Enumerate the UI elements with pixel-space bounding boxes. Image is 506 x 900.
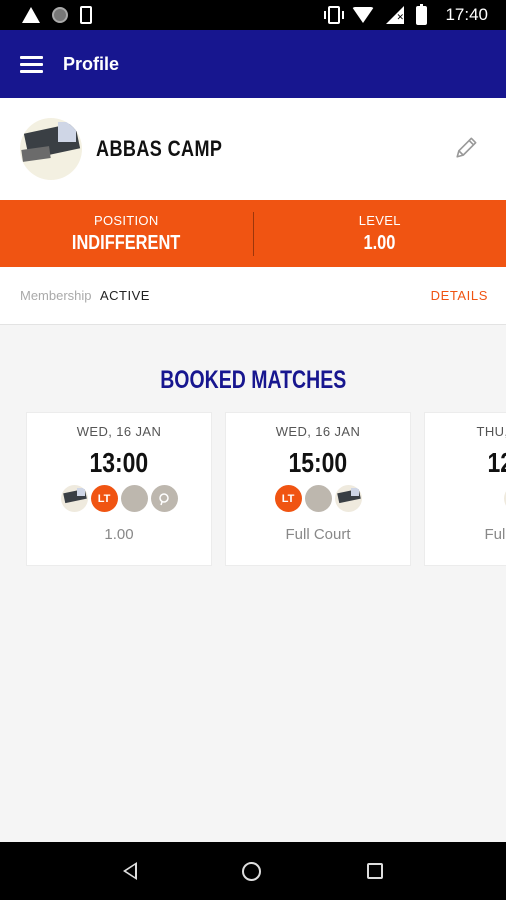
back-icon[interactable]	[122, 862, 137, 880]
status-bar: ✕ 17:40	[0, 0, 506, 30]
position-label: POSITION	[93, 212, 159, 228]
match-card[interactable]: THU, 17 JAN 12:00 Full Court	[424, 412, 506, 566]
match-players: LT	[27, 485, 211, 512]
match-card[interactable]: WED, 16 JAN 15:00 LT Full Court	[225, 412, 411, 566]
status-left	[22, 6, 92, 24]
signal-icon: ✕	[386, 6, 405, 24]
booked-matches-title: BOOKED MATCHES	[0, 366, 506, 395]
match-subtitle: Full Court	[484, 526, 506, 543]
device-icon	[80, 6, 92, 24]
position-stat: POSITION INDIFFERENT	[0, 213, 253, 255]
booked-matches-title-text: BOOKED MATCHES	[160, 366, 346, 394]
status-time: 17:40	[445, 5, 488, 24]
position-value: INDIFFERENT	[72, 231, 181, 254]
match-cards: WED, 16 JAN 13:00 LT 1.00 WED, 16 JAN 15…	[26, 412, 506, 566]
search-icon	[150, 485, 178, 512]
player-avatar	[334, 485, 362, 512]
membership-label: Membership	[20, 287, 92, 303]
match-players: LT	[226, 485, 410, 512]
level-label: LEVEL	[358, 212, 401, 228]
home-icon[interactable]	[242, 861, 262, 881]
recents-icon[interactable]	[367, 863, 384, 879]
membership-info: Membership ACTIVE	[20, 287, 150, 305]
matches-carousel[interactable]: WED, 16 JAN 13:00 LT 1.00 WED, 16 JAN 15…	[0, 412, 506, 572]
details-link[interactable]: DETAILS	[431, 288, 488, 303]
match-date: THU, 17 JAN	[476, 424, 506, 439]
player-initials: LT	[90, 485, 118, 512]
vibrate-icon	[324, 6, 345, 24]
edit-profile-button[interactable]	[454, 134, 480, 160]
system-nav-bar	[0, 842, 506, 900]
status-right: ✕ 17:40	[324, 3, 488, 25]
membership-row: Membership ACTIVE DETAILS	[0, 267, 506, 325]
avatar[interactable]	[20, 118, 82, 180]
player-avatar	[60, 485, 88, 512]
match-time: 12:00	[487, 447, 506, 478]
wifi-icon	[352, 7, 375, 23]
match-players	[425, 485, 506, 512]
membership-status: ACTIVE	[99, 287, 150, 303]
battery-charging-icon	[416, 3, 428, 25]
empty-slot	[120, 485, 148, 512]
level-stat: LEVEL 1.00	[254, 213, 506, 255]
match-time: 15:00	[288, 447, 348, 478]
match-time: 13:00	[89, 447, 149, 478]
app-bar: Profile	[0, 30, 506, 98]
match-subtitle: Full Court	[285, 526, 351, 543]
match-subtitle: 1.00	[104, 526, 134, 543]
profile-header: ABBAS CAMP	[0, 98, 506, 200]
empty-slot	[304, 485, 332, 512]
profile-name: ABBAS CAMP	[96, 136, 223, 161]
match-date: WED, 16 JAN	[275, 424, 361, 439]
hamburger-menu-icon[interactable]	[20, 55, 43, 73]
page-title: Profile	[63, 53, 120, 74]
warning-icon	[22, 7, 40, 23]
player-initials: LT	[274, 485, 302, 512]
match-date: WED, 16 JAN	[76, 424, 162, 439]
match-card[interactable]: WED, 16 JAN 13:00 LT 1.00	[26, 412, 212, 566]
pencil-icon	[456, 137, 477, 158]
stats-band: POSITION INDIFFERENT LEVEL 1.00	[0, 200, 506, 267]
level-value: 1.00	[363, 231, 396, 254]
notification-dot-icon	[52, 7, 68, 23]
